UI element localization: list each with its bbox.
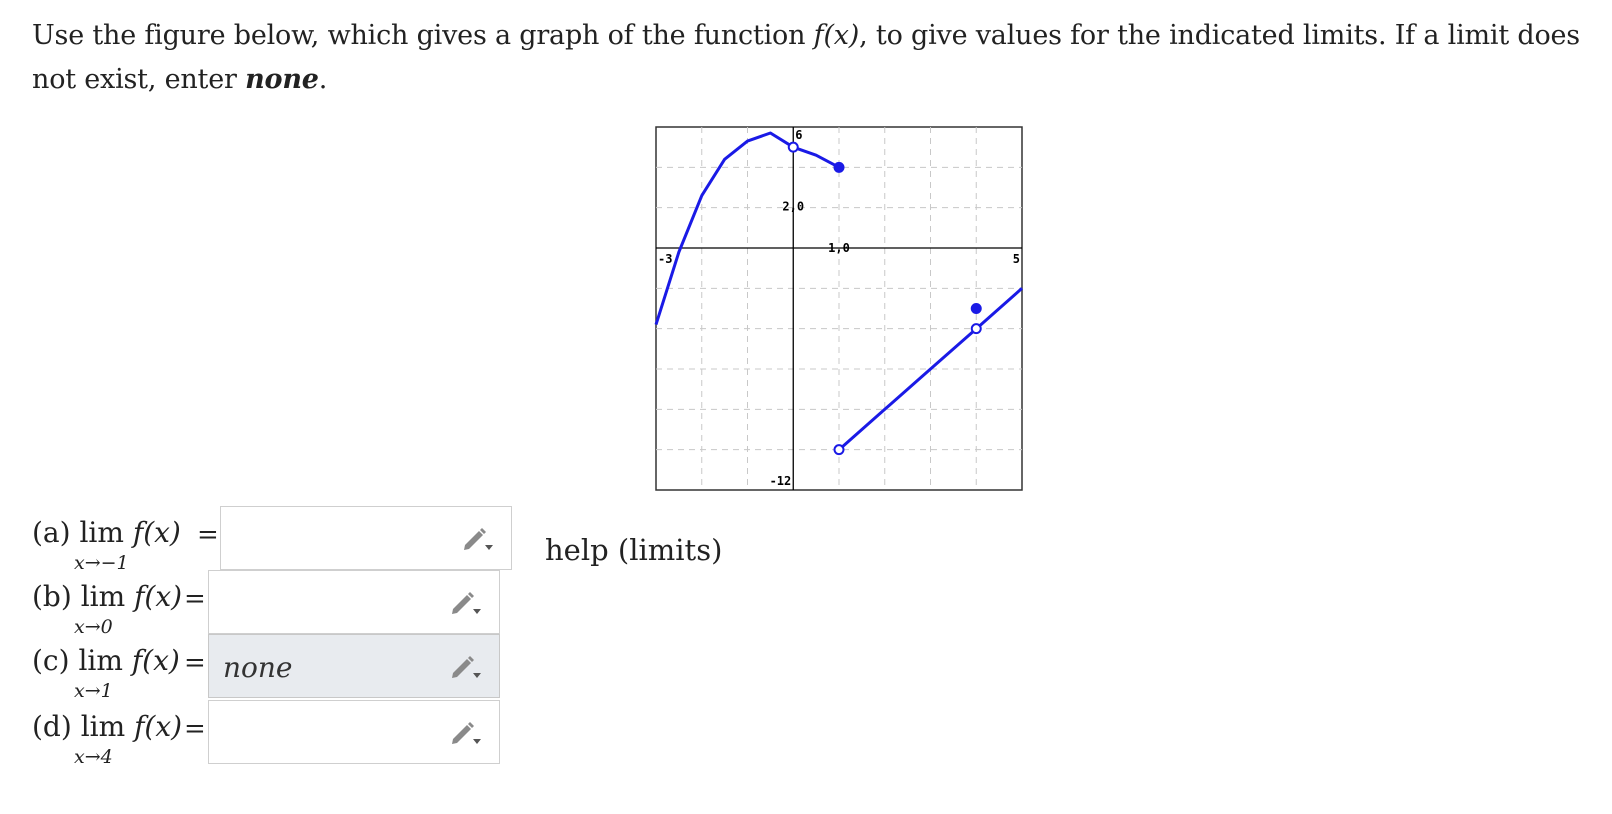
question-d-part: (d) [32,710,72,743]
question-d-lim: lim [80,710,126,743]
filled-point [970,303,982,314]
question-c-part: (c) [32,644,70,677]
question-a-lim: lim [79,516,124,549]
question-c-equals: = [184,648,206,678]
question-d-subscript: x→4 [74,746,113,768]
question-c-subscript: x→1 [74,680,113,702]
prompt-function: f(x) [813,20,860,51]
question-a-expression: (a) lim f(x) [32,516,181,549]
filled-point [833,161,845,173]
tick-label-upper-mark: 2,0 [782,200,804,214]
question-c-lim: lim [78,644,123,677]
question-d-func: f(x) [134,710,183,743]
question-b-func: f(x) [134,580,183,613]
tick-label-y-min: -12 [770,474,792,488]
question-d-expression: (d) lim f(x) [32,710,182,743]
question-c-expression: (c) lim f(x) [32,644,180,677]
answer-input-d[interactable] [208,700,500,764]
prompt-end: . [318,64,328,95]
pencil-dropdown-icon[interactable] [449,719,483,747]
tick-label-x-min: -3 [658,252,672,266]
help-limits-link[interactable]: help (limits) [545,533,722,567]
answer-input-b[interactable] [208,570,500,634]
answer-value-c: none [223,651,293,684]
question-c-func: f(x) [131,644,180,677]
open-point [787,141,799,153]
open-point [970,323,982,335]
prompt-text-1: Use the figure below, which gives a grap… [32,20,814,51]
problem-prompt: Use the figure below, which gives a grap… [32,14,1592,102]
pencil-dropdown-icon[interactable] [449,589,483,617]
question-a-subscript: x→−1 [74,552,129,574]
open-point [833,444,845,456]
question-b-lim: lim [80,580,126,613]
function-graph: -3 5 6 -12 2,0 1,0 [654,126,1023,491]
question-a-func: f(x) [132,516,181,549]
prompt-none-word: none [245,64,319,95]
question-b-equals: = [184,584,206,614]
answer-input-a[interactable] [220,506,512,570]
question-b-expression: (b) lim f(x) [32,580,182,613]
tick-label-y-max: 6 [795,128,802,142]
question-a-equals: = [197,520,219,550]
question-b-part: (b) [32,580,72,613]
question-a-part: (a) [32,516,71,549]
pencil-dropdown-icon[interactable] [449,653,483,681]
question-d-equals: = [184,714,206,744]
question-b-subscript: x→0 [74,616,113,638]
answer-input-c[interactable]: none [208,634,500,698]
tick-label-x-max: 5 [1013,252,1020,266]
pencil-dropdown-icon[interactable] [461,525,495,553]
tick-label-axis-mark: 1,0 [828,241,850,255]
